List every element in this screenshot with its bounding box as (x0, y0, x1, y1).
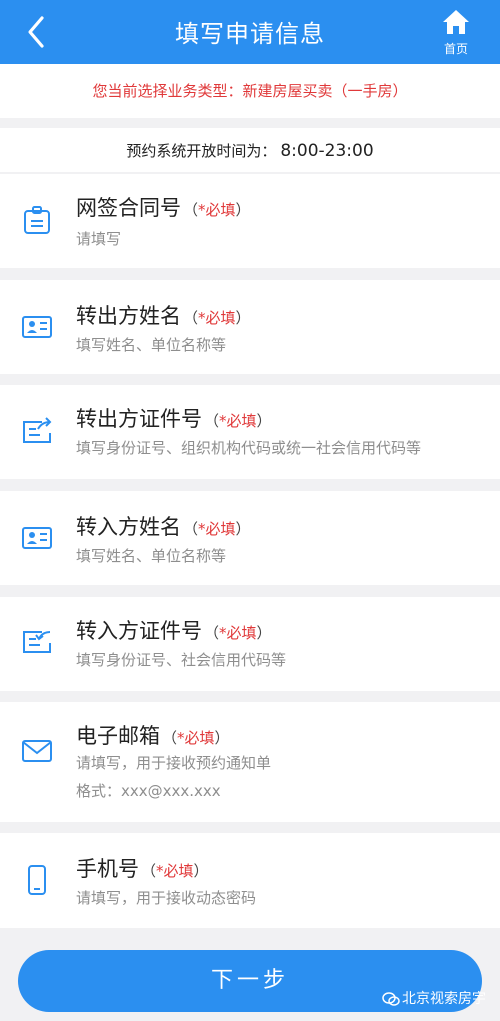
home-icon (443, 10, 469, 34)
field-label: 转入方证件号 (76, 619, 202, 643)
envelope-icon (22, 740, 52, 762)
field-placeholder: 请填写，用于接收动态密码 (76, 889, 257, 907)
field-placeholder: 请填写，用于接收预约通知单 (76, 754, 272, 772)
field-placeholder: 请填写 (76, 230, 122, 248)
required-marker: （*必填） (162, 729, 230, 747)
page-title: 填写申请信息 (175, 20, 325, 48)
field-label-row: 电子邮箱 （*必填） (76, 720, 230, 750)
watermark-text: 北京视索房宇 (402, 991, 486, 1007)
phone-field[interactable]: 手机号 （*必填） 请填写，用于接收动态密码 (0, 833, 500, 928)
field-label: 电子邮箱 (76, 724, 160, 748)
field-label: 转入方姓名 (76, 515, 181, 539)
watermark: 北京视索房宇 (382, 988, 486, 1008)
opening-hours-time: 8:00-23:00 (280, 141, 374, 161)
email-field[interactable]: 电子邮箱 （*必填） 请填写，用于接收预约通知单 格式：xxx@xxx.xxx (0, 702, 500, 822)
required-marker: （*必填） (183, 201, 251, 219)
buyer-id-number-field[interactable]: 转入方证件号 （*必填） 填写身份证号、社会信用代码等 (0, 597, 500, 691)
field-label-row: 转入方姓名 （*必填） (76, 511, 251, 541)
field-label-row: 网签合同号 （*必填） (76, 192, 251, 222)
chat-bubble-icon (382, 992, 400, 1006)
buyer-name-field[interactable]: 转入方姓名 （*必填） 填写姓名、单位名称等 (0, 491, 500, 585)
phone-icon (28, 865, 46, 895)
required-marker: （*必填） (183, 520, 251, 538)
field-label: 转出方证件号 (76, 407, 202, 431)
field-label-row: 转出方证件号 （*必填） (76, 403, 272, 433)
field-placeholder: 填写姓名、单位名称等 (76, 336, 227, 354)
field-label-row: 转入方证件号 （*必填） (76, 615, 272, 645)
field-placeholder: 填写身份证号、组织机构代码或统一社会信用代码等 (76, 439, 422, 457)
field-label: 手机号 (76, 857, 139, 881)
home-label: 首页 (443, 42, 468, 56)
id-card-icon (22, 316, 52, 338)
opening-hours-label: 预约系统开放时间为： (126, 142, 277, 160)
required-marker: （*必填） (141, 862, 209, 880)
required-marker: （*必填） (183, 309, 251, 327)
required-marker: （*必填） (204, 624, 272, 642)
field-label-row: 转出方姓名 （*必填） (76, 300, 251, 330)
field-label: 转出方姓名 (76, 304, 181, 328)
email-format-hint: 格式：xxx@xxx.xxx (76, 782, 221, 800)
field-label-row: 手机号 （*必填） (76, 853, 209, 883)
id-card-icon (22, 527, 52, 549)
card-export-icon (23, 417, 52, 443)
header-bar: 填写申请信息 首页 (0, 0, 500, 64)
seller-id-number-field[interactable]: 转出方证件号 （*必填） 填写身份证号、组织机构代码或统一社会信用代码等 (0, 385, 500, 479)
business-type-notice: 您当前选择业务类型：新建房屋买卖（一手房） (0, 64, 500, 118)
contract-number-field[interactable]: 网签合同号 （*必填） 请填写 (0, 174, 500, 268)
seller-name-field[interactable]: 转出方姓名 （*必填） 填写姓名、单位名称等 (0, 280, 500, 374)
field-placeholder: 填写姓名、单位名称等 (76, 547, 227, 565)
home-button[interactable]: 首页 (430, 8, 482, 58)
id-badge-icon (24, 206, 50, 234)
opening-hours: 预约系统开放时间为： 8:00-23:00 (0, 128, 500, 172)
field-label: 网签合同号 (76, 196, 181, 220)
required-marker: （*必填） (204, 412, 272, 430)
card-import-icon (23, 631, 51, 653)
field-placeholder: 填写身份证号、社会信用代码等 (76, 651, 287, 669)
